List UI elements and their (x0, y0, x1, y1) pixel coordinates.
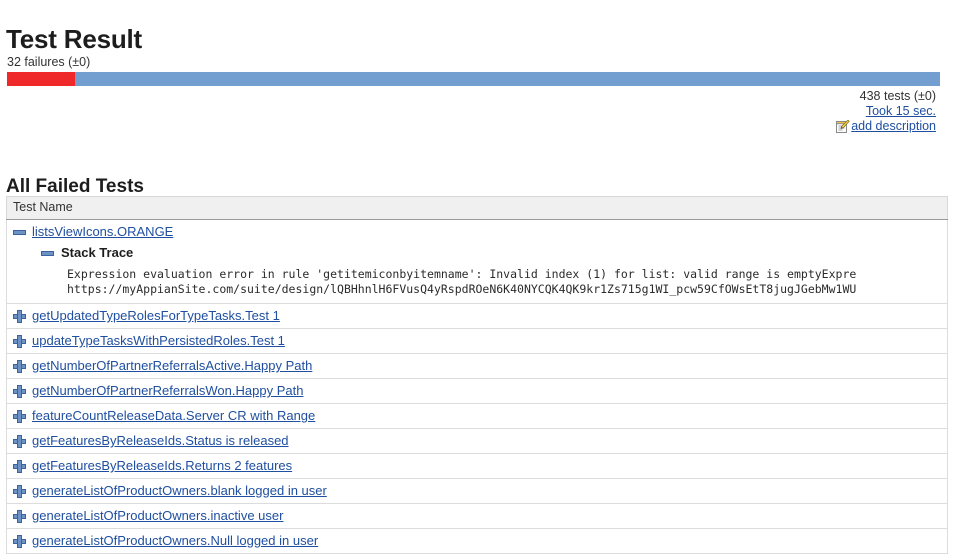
stack-trace-toggle[interactable]: Stack Trace (41, 244, 943, 261)
test-name-row: getNumberOfPartnerReferralsWon.Happy Pat… (13, 382, 943, 399)
edit-note-icon (836, 119, 850, 134)
test-name-row: generateListOfProductOwners.blank logged… (13, 482, 943, 499)
duration-link[interactable]: Took 15 sec. (866, 104, 936, 118)
expand-icon[interactable] (13, 310, 26, 323)
test-name-link[interactable]: updateTypeTasksWithPersistedRoles.Test 1 (32, 332, 285, 349)
bar-failed-segment[interactable] (7, 72, 76, 86)
test-name-row: getFeaturesByReleaseIds.Returns 2 featur… (13, 457, 943, 474)
test-name-link[interactable]: getNumberOfPartnerReferralsWon.Happy Pat… (32, 382, 303, 399)
page-title: Test Result (6, 24, 143, 55)
failure-count-label: 32 failures (±0) (7, 55, 91, 69)
expand-icon[interactable] (13, 335, 26, 348)
test-name-row: generateListOfProductOwners.inactive use… (13, 507, 943, 524)
table-row: generateListOfProductOwners.Null logged … (6, 528, 948, 554)
test-name-cell: featureCountReleaseData.Server CR with R… (6, 403, 948, 429)
test-name-cell: generateListOfProductOwners.Null logged … (6, 528, 948, 554)
test-name-cell: updateTypeTasksWithPersistedRoles.Test 1 (6, 328, 948, 354)
test-name-row: generateListOfProductOwners.Null logged … (13, 532, 943, 549)
failed-tests-table: Test Name listsViewIcons.ORANGE Stack Tra… (6, 196, 948, 554)
total-tests-label: 438 tests (±0) (859, 89, 936, 103)
table-row: listsViewIcons.ORANGE Stack Trace Expressi… (6, 219, 948, 304)
test-name-link[interactable]: getFeaturesByReleaseIds.Returns 2 featur… (32, 457, 292, 474)
test-name-link[interactable]: featureCountReleaseData.Server CR with R… (32, 407, 315, 424)
expand-icon[interactable] (13, 385, 26, 398)
add-description-line: add description (0, 119, 936, 138)
expand-icon[interactable] (13, 510, 26, 523)
column-header-test-name[interactable]: Test Name (6, 196, 948, 220)
bar-passed-segment[interactable] (75, 72, 940, 86)
table-row: getNumberOfPartnerReferralsWon.Happy Pat… (6, 378, 948, 404)
test-name-row: updateTypeTasksWithPersistedRoles.Test 1 (13, 332, 943, 349)
expand-icon[interactable] (13, 410, 26, 423)
test-name-row: listsViewIcons.ORANGE (13, 223, 943, 240)
collapse-icon[interactable] (41, 247, 54, 260)
test-name-cell: getNumberOfPartnerReferralsActive.Happy … (6, 353, 948, 379)
test-result-summary: 32 failures (±0) 438 tests (±0) Took 15 … (0, 55, 954, 138)
test-name-row: getFeaturesByReleaseIds.Status is releas… (13, 432, 943, 449)
test-result-bar[interactable] (7, 72, 940, 86)
table-row: getFeaturesByReleaseIds.Returns 2 featur… (6, 453, 948, 479)
table-row: generateListOfProductOwners.blank logged… (6, 478, 948, 504)
table-row: featureCountReleaseData.Server CR with R… (6, 403, 948, 429)
expand-icon[interactable] (13, 535, 26, 548)
expand-icon[interactable] (13, 435, 26, 448)
collapse-icon[interactable] (13, 226, 26, 239)
expand-icon[interactable] (13, 460, 26, 473)
test-name-link[interactable]: listsViewIcons.ORANGE (32, 223, 173, 240)
test-name-cell: getUpdatedTypeRolesForTypeTasks.Test 1 (6, 303, 948, 329)
duration-line: Took 15 sec. (0, 104, 936, 119)
test-result-meta: 438 tests (±0) Took 15 sec. add descript… (0, 89, 954, 138)
stack-trace-text: Expression evaluation error in rule 'get… (67, 267, 857, 296)
table-row: getNumberOfPartnerReferralsActive.Happy … (6, 353, 948, 379)
table-row: getUpdatedTypeRolesForTypeTasks.Test 1 (6, 303, 948, 329)
test-name-link[interactable]: getUpdatedTypeRolesForTypeTasks.Test 1 (32, 307, 280, 324)
expand-icon[interactable] (13, 485, 26, 498)
test-name-cell: listsViewIcons.ORANGE Stack Trace Expressi… (6, 219, 948, 304)
test-name-cell: getFeaturesByReleaseIds.Status is releas… (6, 428, 948, 454)
test-name-cell: getFeaturesByReleaseIds.Returns 2 featur… (6, 453, 948, 479)
add-description-link[interactable]: add description (851, 119, 936, 134)
test-name-link[interactable]: generateListOfProductOwners.Null logged … (32, 532, 318, 549)
test-name-link[interactable]: getFeaturesByReleaseIds.Status is releas… (32, 432, 289, 449)
test-name-link[interactable]: generateListOfProductOwners.inactive use… (32, 507, 283, 524)
test-name-link[interactable]: generateListOfProductOwners.blank logged… (32, 482, 327, 499)
table-row: getFeaturesByReleaseIds.Status is releas… (6, 428, 948, 454)
expand-icon[interactable] (13, 360, 26, 373)
add-description-row[interactable]: add description (836, 119, 936, 134)
table-row: generateListOfProductOwners.inactive use… (6, 503, 948, 529)
test-name-cell: generateListOfProductOwners.inactive use… (6, 503, 948, 529)
failed-tests-table-body: listsViewIcons.ORANGE Stack Trace Expressi… (6, 219, 948, 554)
table-header-row: Test Name (6, 196, 948, 220)
test-name-cell: getNumberOfPartnerReferralsWon.Happy Pat… (6, 378, 948, 404)
stack-trace-block: Stack Trace Expression evaluation error i… (13, 240, 943, 299)
failed-tests-table-head: Test Name (6, 196, 948, 220)
test-name-row: getUpdatedTypeRolesForTypeTasks.Test 1 (13, 307, 943, 324)
test-name-row: featureCountReleaseData.Server CR with R… (13, 407, 943, 424)
test-result-page: Test Result 32 failures (±0) 438 tests (… (0, 0, 954, 554)
test-name-link[interactable]: getNumberOfPartnerReferralsActive.Happy … (32, 357, 312, 374)
table-row: updateTypeTasksWithPersistedRoles.Test 1 (6, 328, 948, 354)
test-name-row: getNumberOfPartnerReferralsActive.Happy … (13, 357, 943, 374)
test-name-cell: generateListOfProductOwners.blank logged… (6, 478, 948, 504)
stack-trace-label: Stack Trace (61, 245, 134, 260)
